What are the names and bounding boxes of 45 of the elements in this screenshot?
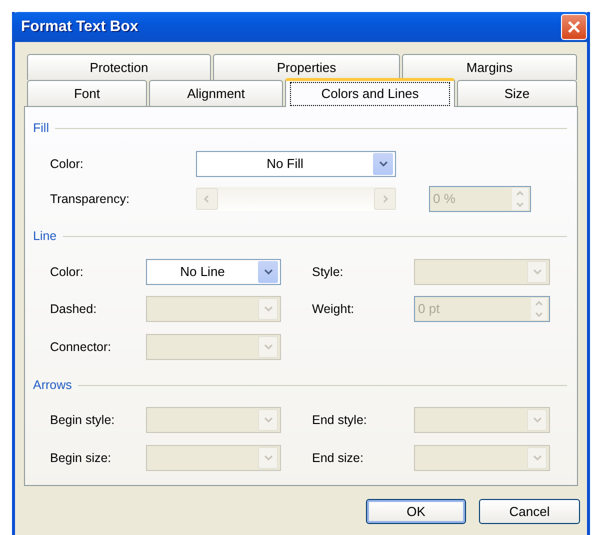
field-label: Begin style: (50, 412, 116, 429)
tab[interactable]: Alignment (149, 80, 283, 106)
field-label: Dashed: (50, 300, 98, 318)
cancel-button[interactable]: Cancel (479, 499, 580, 524)
chevron-down-icon (516, 200, 524, 208)
chevron-down-icon (378, 160, 388, 168)
section-title: Line (33, 228, 57, 245)
chevron-down-icon (532, 268, 542, 276)
chevron-down-icon (264, 343, 272, 351)
tab[interactable]: Protection (27, 54, 211, 80)
field-label: Connector: (50, 338, 112, 356)
dropdown[interactable]: No Line (146, 259, 281, 285)
dropdown[interactable]: No Fill (196, 151, 396, 177)
chevron-down-icon (532, 416, 542, 424)
chevron-left-icon (203, 195, 211, 203)
chevron-down-icon (532, 454, 542, 462)
ok-button[interactable]: OK (366, 499, 466, 524)
close-button[interactable] (561, 14, 587, 40)
chevron-right-icon (381, 195, 389, 203)
field-label: Color: (50, 156, 84, 173)
tab[interactable]: Margins (402, 54, 577, 80)
tab[interactable]: Font (27, 80, 147, 106)
window-title: Format Text Box (21, 16, 138, 37)
chevron-down-icon (264, 305, 272, 313)
field-label: Transparency: (50, 190, 130, 208)
field-label: End size: (312, 450, 364, 467)
field-label: Begin size: (50, 450, 112, 467)
field-label: Weight: (312, 300, 356, 318)
dropdown-button[interactable] (373, 153, 393, 175)
section-title: Arrows (33, 376, 72, 394)
chevron-up-icon (535, 300, 543, 308)
section-title: Fill (33, 120, 49, 137)
chevron-up-icon (516, 190, 524, 198)
chevron-down-icon (264, 454, 272, 462)
chevron-down-icon (264, 416, 272, 424)
tab[interactable]: Colors and Lines (285, 78, 455, 107)
chevron-down-icon (264, 268, 272, 276)
close-icon (567, 20, 581, 34)
field-label: End style: (312, 412, 368, 429)
field-label: Color: (50, 264, 84, 281)
dropdown-button[interactable] (258, 261, 278, 283)
chevron-down-icon (535, 310, 543, 318)
tab[interactable]: Properties (213, 54, 400, 80)
tab[interactable]: Size (457, 80, 577, 106)
field-label: Style: (312, 264, 344, 281)
